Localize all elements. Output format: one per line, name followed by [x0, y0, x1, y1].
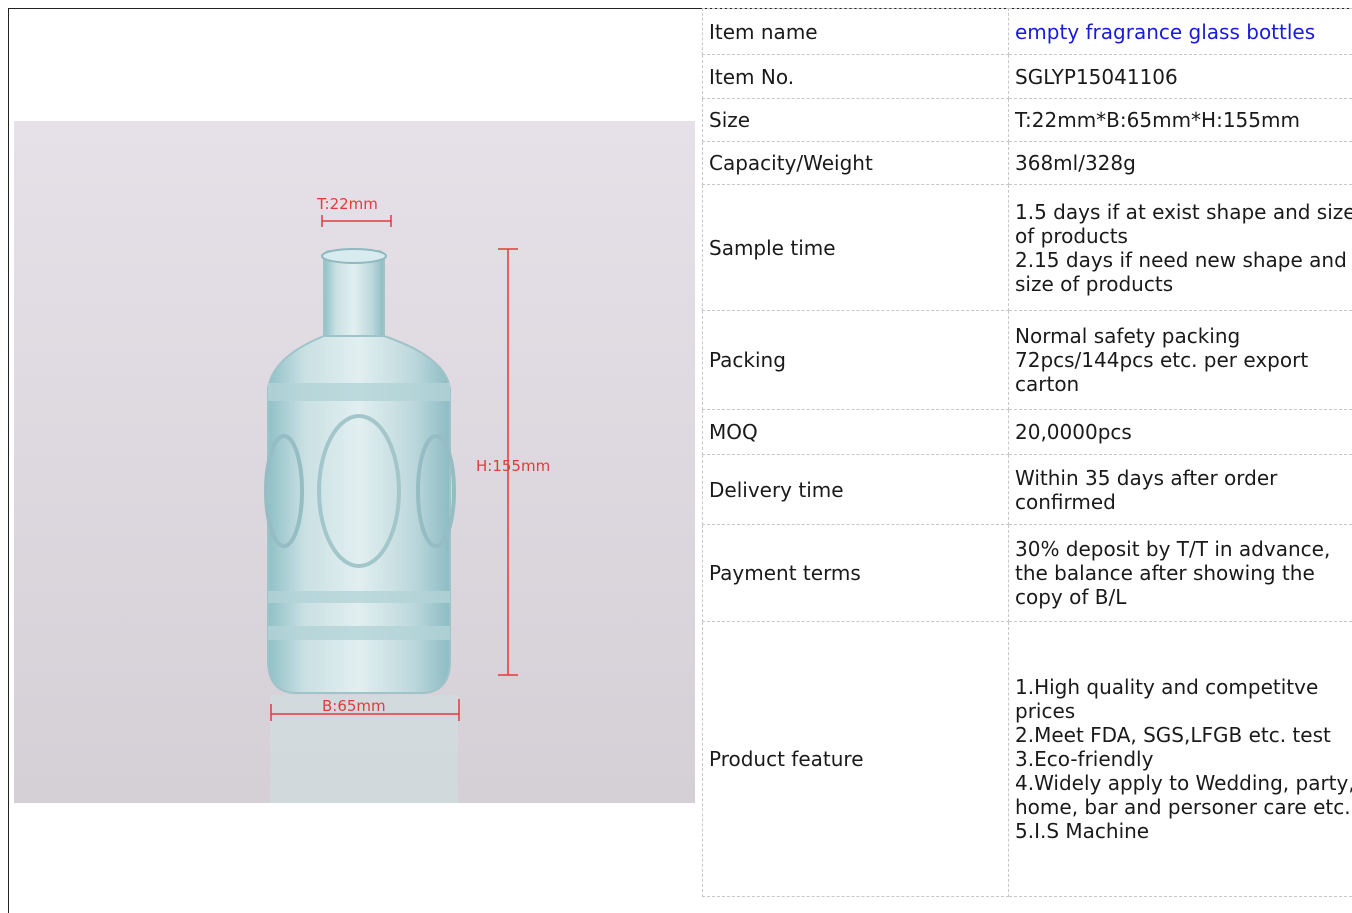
row-label: Item name: [703, 9, 1009, 55]
row-label: Sample time: [703, 185, 1009, 311]
item-name-link[interactable]: empty fragrance glass bottles: [1009, 9, 1352, 55]
row-value: 368ml/328g: [1009, 142, 1352, 185]
spec-table: Item name empty fragrance glass bottles …: [702, 8, 1352, 897]
row-label: Product feature: [703, 622, 1009, 897]
row-value: Within 35 days after order confirmed: [1009, 455, 1352, 525]
table-row: Capacity/Weight 368ml/328g: [703, 142, 1352, 185]
product-photo: T:22mm H:155mm B:65mm: [14, 121, 695, 803]
value-line: Normal safety packing 72pcs/144pcs etc. …: [1015, 324, 1352, 396]
value-line: 3.Eco-friendly: [1015, 747, 1352, 771]
row-value: SGLYP15041106: [1009, 55, 1352, 99]
value-line: 5.I.S Machine: [1015, 819, 1352, 843]
table-row: Item name empty fragrance glass bottles: [703, 9, 1352, 55]
row-label: MOQ: [703, 410, 1009, 455]
value-line: 30% deposit by T/T in advance, the balan…: [1015, 537, 1352, 609]
table-row: Sample time 1.5 days if at exist shape a…: [703, 185, 1352, 311]
value-line: 2.Meet FDA, SGS,LFGB etc. test: [1015, 723, 1352, 747]
spec-table-container: Item name empty fragrance glass bottles …: [702, 8, 1352, 897]
dimension-height-label: H:155mm: [476, 457, 550, 475]
dimension-top-label: T:22mm: [316, 195, 378, 213]
table-row: Delivery time Within 35 days after order…: [703, 455, 1352, 525]
row-label: Packing: [703, 311, 1009, 410]
value-line: 1.High quality and competitve prices: [1015, 675, 1352, 723]
value-line: Within 35 days after order confirmed: [1015, 466, 1352, 514]
value-line: 1.5 days if at exist shape and size of p…: [1015, 200, 1352, 248]
table-row: Product feature 1.High quality and compe…: [703, 622, 1352, 897]
row-label: Payment terms: [703, 525, 1009, 622]
row-value: Normal safety packing 72pcs/144pcs etc. …: [1009, 311, 1352, 410]
table-row: MOQ 20,0000pcs: [703, 410, 1352, 455]
row-label: Size: [703, 99, 1009, 142]
row-value: 1.5 days if at exist shape and size of p…: [1009, 185, 1352, 311]
dimension-bottom-label: B:65mm: [322, 697, 386, 715]
row-label: Capacity/Weight: [703, 142, 1009, 185]
row-label: Delivery time: [703, 455, 1009, 525]
table-row: Item No. SGLYP15041106: [703, 55, 1352, 99]
row-value: 1.High quality and competitve prices 2.M…: [1009, 622, 1352, 897]
table-row: Size T:22mm*B:65mm*H:155mm: [703, 99, 1352, 142]
row-value: 30% deposit by T/T in advance, the balan…: [1009, 525, 1352, 622]
value-line: 2.15 days if need new shape and size of …: [1015, 248, 1352, 296]
bottle-illustration: T:22mm H:155mm B:65mm: [14, 121, 695, 803]
row-label: Item No.: [703, 55, 1009, 99]
row-value: T:22mm*B:65mm*H:155mm: [1009, 99, 1352, 142]
row-value: 20,0000pcs: [1009, 410, 1352, 455]
table-row: Payment terms 30% deposit by T/T in adva…: [703, 525, 1352, 622]
value-line: 4.Widely apply to Wedding, party, home, …: [1015, 771, 1352, 819]
table-row: Packing Normal safety packing 72pcs/144p…: [703, 311, 1352, 410]
